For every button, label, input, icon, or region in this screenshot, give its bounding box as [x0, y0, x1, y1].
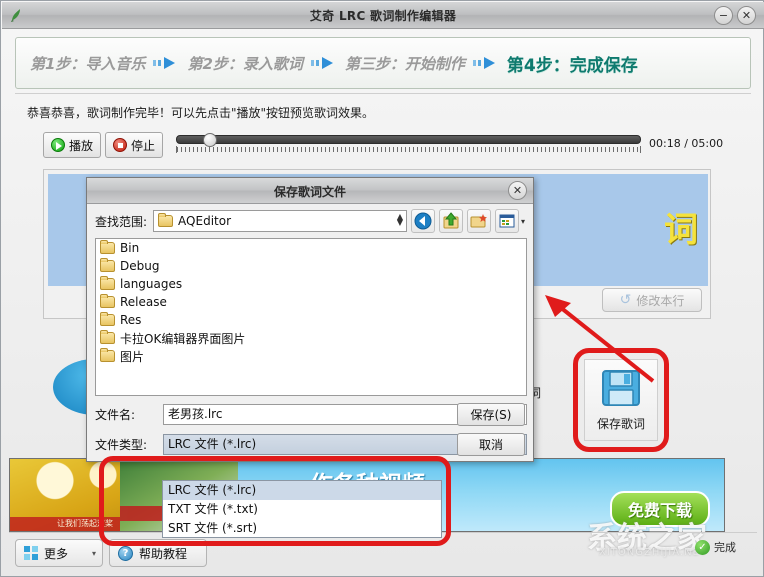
play-button-label: 播放 [69, 137, 93, 154]
filetype-option-srt[interactable]: SRT 文件 (*.srt) [163, 519, 441, 538]
list-item-label: 图片 [120, 348, 144, 365]
minimize-button[interactable]: − [714, 6, 733, 25]
grid-icon [24, 546, 38, 560]
folder-icon [100, 314, 115, 326]
seek-tick-marks [176, 146, 641, 153]
question-mark-icon: ? [118, 546, 133, 561]
folder-icon [158, 215, 173, 227]
seek-slider[interactable] [176, 135, 641, 153]
save-lyrics-label: 保存歌词 [597, 415, 645, 432]
back-icon[interactable] [411, 209, 435, 233]
step-arrow-icon-1 [153, 56, 179, 70]
list-item[interactable]: languages [96, 275, 526, 293]
folder-icon [100, 260, 115, 272]
list-item[interactable]: 图片 [96, 347, 526, 365]
check-circle-icon: ✓ [695, 540, 710, 555]
steps-bar: 第1步：导入音乐 第2步：录入歌词 第三步：开始制作 [15, 37, 751, 89]
folder-icon [100, 350, 115, 362]
app-root: 艾奇 LRC 歌词制作编辑器 − ✕ 第1步：导入音乐 第2步：录入歌词 [0, 0, 764, 577]
filetype-option-lrc[interactable]: LRC 文件 (*.lrc) [163, 481, 441, 500]
filetype-label: 文件类型: [95, 436, 163, 453]
seek-bar-track[interactable] [176, 135, 641, 144]
step-arrow-icon-2 [311, 56, 337, 70]
filetype-option-txt[interactable]: TXT 文件 (*.txt) [163, 500, 441, 519]
undo-icon: ↺ [620, 292, 632, 308]
window-titlebar: 艾奇 LRC 歌词制作编辑器 − ✕ [2, 2, 764, 29]
filetype-dropdown-list[interactable]: LRC 文件 (*.lrc) TXT 文件 (*.txt) SRT 文件 (*.… [162, 480, 442, 538]
dialog-close-button[interactable]: ✕ [508, 181, 527, 200]
help-tutorial-button[interactable]: ? 帮助教程 [109, 539, 207, 567]
dialog-cancel-button[interactable]: 取消 [457, 433, 525, 456]
up-folder-icon[interactable] [439, 209, 463, 233]
folder-icon [100, 242, 115, 254]
step-item-1[interactable]: 第1步：导入音乐 [30, 53, 145, 74]
list-item[interactable]: Release [96, 293, 526, 311]
dialog-title: 保存歌词文件 [87, 183, 533, 200]
step-item-3[interactable]: 第三步：开始制作 [345, 53, 465, 74]
chevron-down-icon: ▾ [92, 549, 96, 558]
step-item-4[interactable]: 第4步：完成保存 [507, 51, 638, 76]
list-item[interactable]: Res [96, 311, 526, 329]
lyric-current-text: 词 [664, 202, 698, 251]
list-item-label: Debug [120, 259, 159, 273]
list-item[interactable]: 卡拉OK编辑器界面图片 [96, 329, 526, 347]
play-button[interactable]: 播放 [43, 132, 101, 158]
view-mode-chevron-icon[interactable]: ▾ [521, 217, 525, 226]
seek-thumb[interactable] [203, 133, 217, 147]
stop-button[interactable]: 停止 [105, 132, 163, 158]
look-in-combobox[interactable]: AQEditor ▲▼ [153, 210, 407, 232]
window-controls: − ✕ [714, 6, 756, 25]
combo-spinner-icon[interactable]: ▲▼ [397, 214, 403, 226]
dialog-save-button[interactable]: 保存(S) [457, 403, 525, 426]
finish-button-label: 完成 [714, 539, 736, 555]
stop-icon [113, 138, 127, 152]
step-arrow-icon-3 [473, 56, 499, 70]
stop-button-label: 停止 [131, 137, 155, 154]
help-tutorial-label: 帮助教程 [139, 545, 187, 562]
list-item-label: Res [120, 313, 141, 327]
more-button-label: 更多 [44, 545, 68, 562]
time-display: 00:18 / 05:00 [649, 137, 723, 150]
list-item-label: Bin [120, 241, 139, 255]
modify-line-label: 修改本行 [636, 292, 684, 309]
save-lyrics-button[interactable]: 保存歌词 [584, 359, 658, 441]
dialog-titlebar: 保存歌词文件 ✕ [87, 178, 533, 204]
folder-icon [100, 278, 115, 290]
close-button[interactable]: ✕ [737, 6, 756, 25]
file-list[interactable]: Bin Debug languages Release Res [95, 238, 527, 396]
completion-hint: 恭喜恭喜，歌词制作完毕！可以先点击"播放"按钮预览歌词效果。 [27, 104, 374, 121]
current-folder-name: AQEditor [178, 214, 231, 228]
dialog-toolbar: 查找范围: AQEditor ▲▼ [87, 204, 533, 238]
folder-icon [100, 296, 115, 308]
list-item[interactable]: Debug [96, 257, 526, 275]
look-in-label: 查找范围: [95, 213, 147, 230]
finish-button[interactable]: ✓ 完成 [695, 539, 736, 555]
list-item-label: Release [120, 295, 167, 309]
main-window: 艾奇 LRC 歌词制作编辑器 − ✕ 第1步：导入音乐 第2步：录入歌词 [0, 0, 764, 577]
filetype-selected-value: LRC 文件 (*.lrc) [168, 437, 256, 451]
filename-label: 文件名: [95, 406, 163, 423]
window-title: 艾奇 LRC 歌词制作编辑器 [2, 7, 764, 24]
folder-icon [100, 332, 115, 344]
more-button[interactable]: 更多 ▾ [15, 539, 103, 567]
player-controls: 播放 停止 00:18 / 05:00 [43, 132, 743, 160]
modify-line-button[interactable]: ↺ 修改本行 [602, 288, 702, 312]
list-item[interactable]: Bin [96, 239, 526, 257]
save-file-dialog: 保存歌词文件 ✕ 查找范围: AQEditor ▲▼ [86, 177, 534, 462]
new-folder-icon[interactable] [467, 209, 491, 233]
list-item-label: languages [120, 277, 182, 291]
steps-divider [15, 93, 751, 94]
step-item-2[interactable]: 第2步：录入歌词 [187, 53, 302, 74]
view-mode-icon[interactable] [495, 209, 519, 233]
watermark-subtext: XITONGZHIJIA.NET [599, 547, 707, 558]
floppy-disk-icon [600, 368, 642, 411]
banner-download-button[interactable]: 免费下载 [610, 491, 710, 527]
list-item-label: 卡拉OK编辑器界面图片 [120, 330, 245, 347]
play-icon [51, 138, 65, 152]
